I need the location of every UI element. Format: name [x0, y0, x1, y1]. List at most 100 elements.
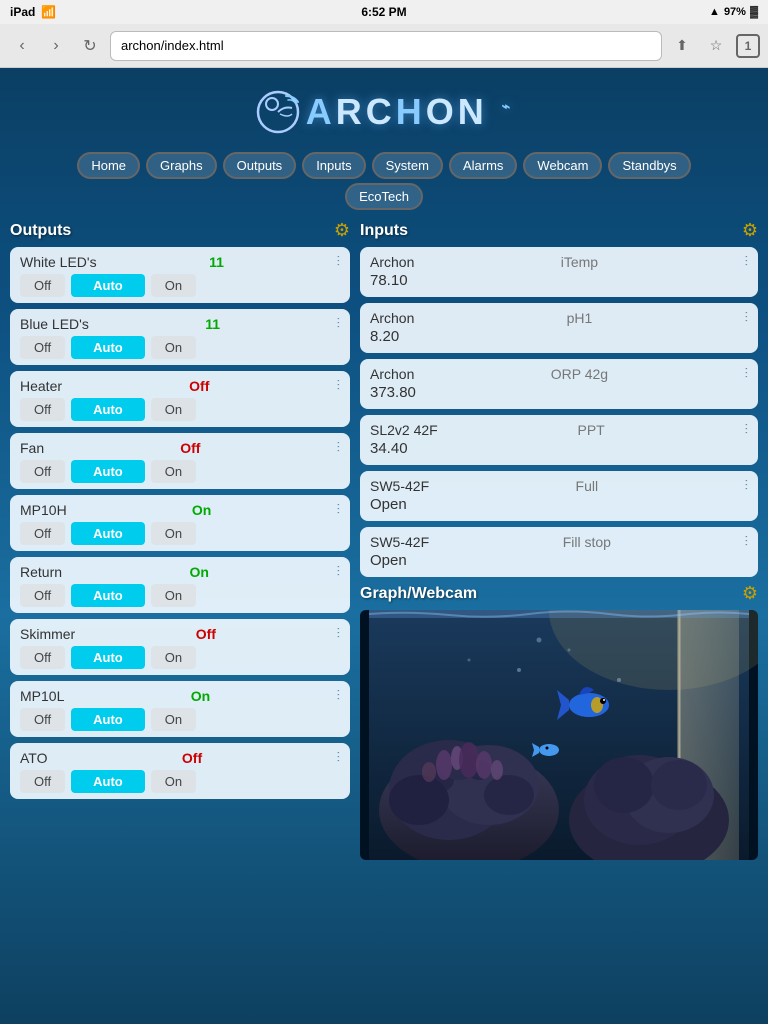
graph-webcam-section: Graph/Webcam ⚙: [360, 583, 758, 860]
filter-icon-skimmer: ⫶: [336, 625, 340, 642]
device-label: iPad: [10, 5, 35, 19]
nav-home[interactable]: Home: [77, 152, 140, 179]
output-row1-blue-leds: Blue LED's 11 ⫶: [20, 315, 340, 332]
filter-icon-mp10l: ⫶: [337, 687, 341, 704]
btn-auto-return[interactable]: Auto: [71, 584, 145, 607]
input-name-itemp: iTemp: [561, 254, 598, 270]
btn-off-blue-leds[interactable]: Off: [20, 336, 65, 359]
btn-off-return[interactable]: Off: [20, 584, 65, 607]
input-name-orp: ORP 42g: [551, 366, 608, 382]
status-right: ▲ 97% ▓: [709, 6, 758, 18]
btn-auto-blue-leds[interactable]: Auto: [71, 336, 145, 359]
nav-outputs[interactable]: Outputs: [223, 152, 297, 179]
btn-off-white-leds[interactable]: Off: [20, 274, 65, 297]
bookmark-button[interactable]: ☆: [702, 32, 730, 60]
outputs-header: Outputs ⚙: [10, 220, 350, 241]
btn-on-white-leds[interactable]: On: [151, 274, 196, 297]
input-card-itemp: Archon iTemp ⫶ 78.10: [360, 247, 758, 297]
back-button[interactable]: ‹: [8, 32, 36, 60]
output-row1-skimmer: Skimmer Off ⫶: [20, 625, 340, 642]
btn-on-heater[interactable]: On: [151, 398, 196, 421]
btn-off-mp10h[interactable]: Off: [20, 522, 65, 545]
nav-inputs[interactable]: Inputs: [302, 152, 365, 179]
output-status-return: On: [190, 564, 209, 580]
btn-auto-fan[interactable]: Auto: [71, 460, 145, 483]
input-source-itemp: Archon: [370, 254, 414, 270]
nav-standbys[interactable]: Standbys: [608, 152, 690, 179]
nav-ecotech[interactable]: EcoTech: [345, 183, 423, 210]
filter-icon-blue-leds: ⫶: [336, 315, 340, 332]
filter-icon-sw5-fillstop: ⫶: [744, 533, 748, 550]
input-source-ph1: Archon: [370, 310, 414, 326]
graph-webcam-gear-icon[interactable]: ⚙: [742, 583, 758, 604]
url-bar[interactable]: [110, 31, 662, 61]
btn-on-skimmer[interactable]: On: [151, 646, 196, 669]
btn-auto-heater[interactable]: Auto: [71, 398, 145, 421]
btn-off-ato[interactable]: Off: [20, 770, 65, 793]
nav-bar-2: EcoTech: [10, 183, 758, 210]
output-buttons-mp10h: Off Auto On: [20, 522, 340, 545]
btn-off-mp10l[interactable]: Off: [20, 708, 65, 731]
btn-auto-ato[interactable]: Auto: [71, 770, 145, 793]
output-row1-mp10h: MP10H On ⫶: [20, 501, 340, 518]
nav-alarms[interactable]: Alarms: [449, 152, 517, 179]
output-buttons-skimmer: Off Auto On: [20, 646, 340, 669]
forward-button[interactable]: ›: [42, 32, 70, 60]
output-buttons-heater: Off Auto On: [20, 398, 340, 421]
input-value-ph1: 8.20: [370, 326, 748, 347]
outputs-gear-icon[interactable]: ⚙: [334, 220, 350, 241]
filter-icon-mp10h: ⫶: [336, 501, 340, 518]
output-buttons-blue-leds: Off Auto On: [20, 336, 340, 359]
inputs-title: Inputs: [360, 222, 408, 240]
output-row1-heater: Heater Off ⫶: [20, 377, 340, 394]
graph-webcam-header: Graph/Webcam ⚙: [360, 583, 758, 604]
filter-icon-ppt: ⫶: [744, 421, 748, 438]
filter-icon-heater: ⫶: [337, 377, 341, 394]
output-row1-ato: ATO Off ⫶: [20, 749, 340, 766]
output-buttons-mp10l: Off Auto On: [20, 708, 340, 731]
nav-webcam[interactable]: Webcam: [523, 152, 602, 179]
input-card-sw5-full: SW5-42F Full ⫶ Open: [360, 471, 758, 521]
btn-auto-skimmer[interactable]: Auto: [71, 646, 145, 669]
btn-auto-white-leds[interactable]: Auto: [71, 274, 145, 297]
btn-off-skimmer[interactable]: Off: [20, 646, 65, 669]
filter-icon-white-leds: ⫶: [337, 253, 341, 270]
input-value-sw5-full: Open: [370, 494, 748, 515]
btn-on-blue-leds[interactable]: On: [151, 336, 196, 359]
input-value-ppt: 34.40: [370, 438, 748, 459]
btn-off-fan[interactable]: Off: [20, 460, 65, 483]
inputs-gear-icon[interactable]: ⚙: [742, 220, 758, 241]
btn-auto-mp10h[interactable]: Auto: [71, 522, 145, 545]
nav-bar: Home Graphs Outputs Inputs System Alarms…: [10, 152, 758, 179]
filter-icon-itemp: ⫶: [745, 253, 749, 270]
output-buttons-white-leds: Off Auto On: [20, 274, 340, 297]
refresh-button[interactable]: ↻: [76, 32, 104, 60]
output-name-ato: ATO: [20, 750, 48, 766]
battery-icon: ▓: [750, 6, 758, 18]
btn-on-mp10l[interactable]: On: [151, 708, 196, 731]
output-name-white-leds: White LED's: [20, 254, 97, 270]
output-status-mp10l: On: [191, 688, 210, 704]
tab-count[interactable]: 1: [736, 34, 760, 58]
input-card-orp: Archon ORP 42g ⫶ 373.80: [360, 359, 758, 409]
output-name-skimmer: Skimmer: [20, 626, 75, 642]
input-value-sw5-fillstop: Open: [370, 550, 748, 571]
btn-on-mp10h[interactable]: On: [151, 522, 196, 545]
btn-on-ato[interactable]: On: [151, 770, 196, 793]
btn-off-heater[interactable]: Off: [20, 398, 65, 421]
signal-icon: ▲: [709, 6, 720, 18]
input-name-sw5-fillstop: Fill stop: [563, 534, 611, 550]
btn-auto-mp10l[interactable]: Auto: [71, 708, 145, 731]
output-status-mp10h: On: [192, 502, 211, 518]
logo: ARCHON ⌁: [254, 88, 514, 136]
nav-system[interactable]: System: [372, 152, 443, 179]
input-name-ph1: pH1: [567, 310, 593, 326]
nav-graphs[interactable]: Graphs: [146, 152, 217, 179]
input-source-sw5-full: SW5-42F: [370, 478, 429, 494]
output-buttons-ato: Off Auto On: [20, 770, 340, 793]
btn-on-fan[interactable]: On: [151, 460, 196, 483]
share-button[interactable]: ⬆: [668, 32, 696, 60]
input-row1-orp: Archon ORP 42g ⫶: [370, 365, 748, 382]
btn-on-return[interactable]: On: [151, 584, 196, 607]
browser-bar: ‹ › ↻ ⬆ ☆ 1: [0, 24, 768, 68]
